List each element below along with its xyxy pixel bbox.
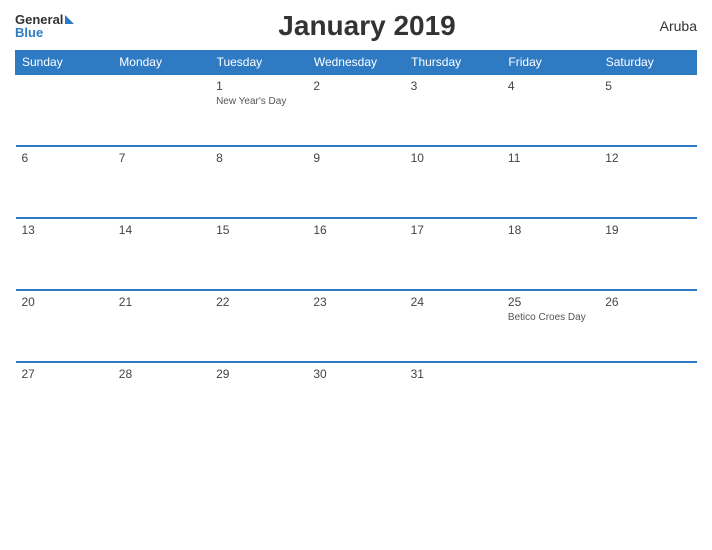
calendar-cell: 2 bbox=[307, 74, 404, 146]
calendar-cell: 6 bbox=[16, 146, 113, 218]
calendar-cell: 16 bbox=[307, 218, 404, 290]
col-tuesday: Tuesday bbox=[210, 51, 307, 75]
calendar-cell: 19 bbox=[599, 218, 696, 290]
country-label: Aruba bbox=[660, 18, 697, 34]
calendar-cell: 20 bbox=[16, 290, 113, 362]
logo-triangle-icon bbox=[65, 15, 74, 24]
day-number: 16 bbox=[313, 223, 398, 237]
calendar-cell: 17 bbox=[405, 218, 502, 290]
day-number: 8 bbox=[216, 151, 301, 165]
holiday-label: New Year's Day bbox=[216, 95, 301, 108]
day-number: 21 bbox=[119, 295, 204, 309]
calendar-cell: 10 bbox=[405, 146, 502, 218]
calendar-cell: 24 bbox=[405, 290, 502, 362]
col-sunday: Sunday bbox=[16, 51, 113, 75]
page: General Blue January 2019 Aruba Sunday M… bbox=[0, 0, 712, 550]
day-number: 2 bbox=[313, 79, 398, 93]
col-monday: Monday bbox=[113, 51, 210, 75]
day-number: 10 bbox=[411, 151, 496, 165]
day-number: 23 bbox=[313, 295, 398, 309]
day-number: 28 bbox=[119, 367, 204, 381]
calendar-week-row: 13 14 15 16 17 18 19 bbox=[16, 218, 697, 290]
calendar-cell: 1 New Year's Day bbox=[210, 74, 307, 146]
day-number: 25 bbox=[508, 295, 593, 309]
calendar-table: Sunday Monday Tuesday Wednesday Thursday… bbox=[15, 50, 697, 434]
calendar-week-row: 27 28 29 30 31 bbox=[16, 362, 697, 434]
day-number: 27 bbox=[22, 367, 107, 381]
calendar-cell: 31 bbox=[405, 362, 502, 434]
calendar-cell: 23 bbox=[307, 290, 404, 362]
calendar-cell: 25 Betico Croes Day bbox=[502, 290, 599, 362]
calendar-cell: 14 bbox=[113, 218, 210, 290]
day-number: 6 bbox=[22, 151, 107, 165]
day-number: 12 bbox=[605, 151, 690, 165]
day-number: 13 bbox=[22, 223, 107, 237]
calendar-cell: 30 bbox=[307, 362, 404, 434]
day-number: 1 bbox=[216, 79, 301, 93]
calendar-cell: 15 bbox=[210, 218, 307, 290]
calendar-cell: 13 bbox=[16, 218, 113, 290]
logo-blue-text: Blue bbox=[15, 26, 43, 39]
calendar-cell: 4 bbox=[502, 74, 599, 146]
calendar-cell: 29 bbox=[210, 362, 307, 434]
day-number: 14 bbox=[119, 223, 204, 237]
calendar-cell: 3 bbox=[405, 74, 502, 146]
day-number: 3 bbox=[411, 79, 496, 93]
header: General Blue January 2019 Aruba bbox=[15, 10, 697, 42]
day-number: 20 bbox=[22, 295, 107, 309]
calendar-cell: 11 bbox=[502, 146, 599, 218]
calendar-cell: 26 bbox=[599, 290, 696, 362]
day-number: 24 bbox=[411, 295, 496, 309]
day-number: 29 bbox=[216, 367, 301, 381]
day-number: 22 bbox=[216, 295, 301, 309]
calendar-cell: 27 bbox=[16, 362, 113, 434]
col-wednesday: Wednesday bbox=[307, 51, 404, 75]
calendar-cell: 28 bbox=[113, 362, 210, 434]
calendar-cell bbox=[502, 362, 599, 434]
day-number: 19 bbox=[605, 223, 690, 237]
calendar-cell: 9 bbox=[307, 146, 404, 218]
day-number: 11 bbox=[508, 151, 593, 165]
calendar-cell: 8 bbox=[210, 146, 307, 218]
col-saturday: Saturday bbox=[599, 51, 696, 75]
day-number: 15 bbox=[216, 223, 301, 237]
calendar-week-row: 6789 10 11 12 bbox=[16, 146, 697, 218]
day-number: 30 bbox=[313, 367, 398, 381]
day-number: 4 bbox=[508, 79, 593, 93]
day-number: 9 bbox=[313, 151, 398, 165]
col-thursday: Thursday bbox=[405, 51, 502, 75]
calendar-cell: 12 bbox=[599, 146, 696, 218]
calendar-cell: 18 bbox=[502, 218, 599, 290]
calendar-cell: 21 bbox=[113, 290, 210, 362]
col-friday: Friday bbox=[502, 51, 599, 75]
day-number: 17 bbox=[411, 223, 496, 237]
calendar-cell: 7 bbox=[113, 146, 210, 218]
day-number: 18 bbox=[508, 223, 593, 237]
calendar-cell bbox=[16, 74, 113, 146]
logo: General Blue bbox=[15, 13, 74, 39]
calendar-week-row: 20 21 22 23 24 25 Betico Croes Day 26 bbox=[16, 290, 697, 362]
calendar-cell: 22 bbox=[210, 290, 307, 362]
day-number: 31 bbox=[411, 367, 496, 381]
calendar-header-row: Sunday Monday Tuesday Wednesday Thursday… bbox=[16, 51, 697, 75]
day-number: 5 bbox=[605, 79, 690, 93]
calendar-cell bbox=[113, 74, 210, 146]
month-title: January 2019 bbox=[278, 10, 455, 42]
holiday-label: Betico Croes Day bbox=[508, 311, 593, 324]
calendar-cell bbox=[599, 362, 696, 434]
calendar-week-row: 1 New Year's Day 2345 bbox=[16, 74, 697, 146]
day-number: 7 bbox=[119, 151, 204, 165]
day-number: 26 bbox=[605, 295, 690, 309]
calendar-cell: 5 bbox=[599, 74, 696, 146]
